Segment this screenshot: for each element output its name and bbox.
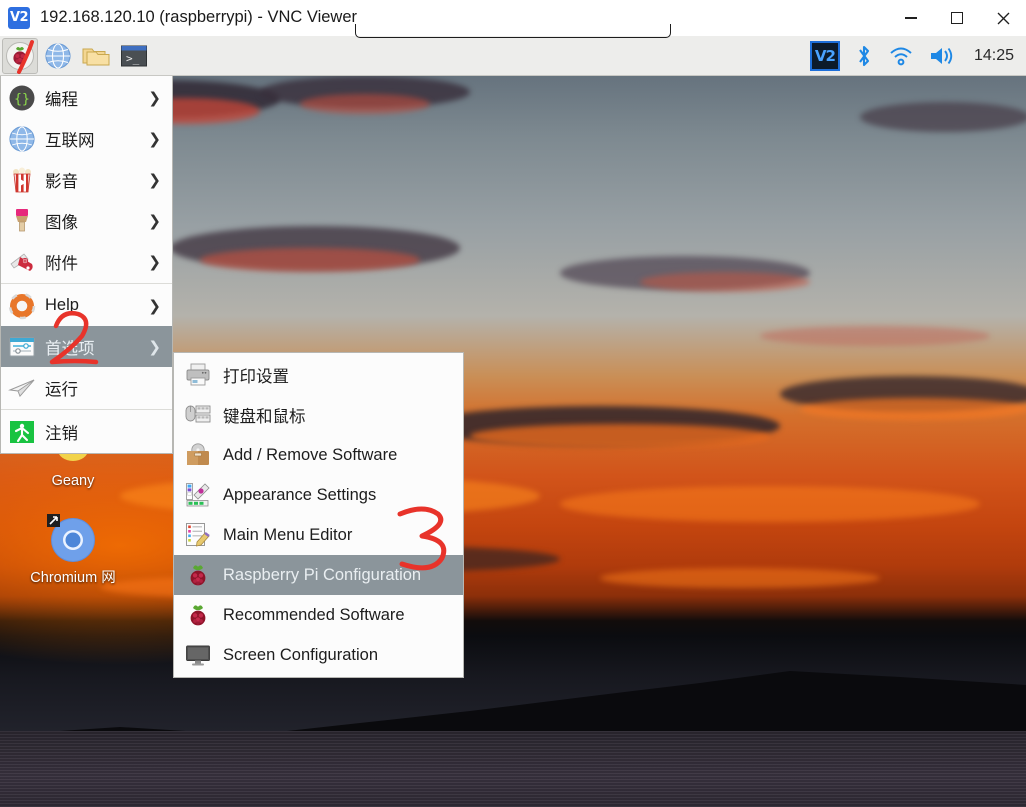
appearance-palette-icon [184, 481, 212, 509]
bluetooth-tray-icon[interactable] [854, 43, 874, 69]
raspberry-pi-menu-button[interactable] [2, 37, 38, 74]
vnc-viewer-window: V2 192.168.120.10 (raspberrypi) - VNC Vi… [0, 0, 1026, 807]
vnc-server-tray-icon[interactable]: V2 [809, 41, 840, 71]
menu-separator [1, 409, 172, 410]
submenu-item-label: 键盘和鼠标 [223, 408, 306, 426]
desktop-icon-chromium[interactable]: Chromium 网 [18, 514, 128, 587]
menu-item-label: 运行 [45, 380, 78, 399]
wifi-icon [890, 47, 912, 66]
package-box-icon [184, 441, 212, 469]
menu-item-label: 注销 [45, 424, 78, 443]
keyboard-mouse-icon [184, 401, 212, 429]
run-paperplane-icon [7, 373, 37, 403]
folder-icon [82, 48, 110, 65]
system-tray: V2 14:25 [809, 36, 1018, 76]
submenu-item-keyboard-mouse[interactable]: 键盘和鼠标 [174, 395, 463, 435]
menu-item-accessories[interactable]: 附件 ❯ [1, 241, 172, 282]
minimize-button[interactable] [888, 0, 934, 36]
chevron-right-icon: ❯ [148, 212, 161, 230]
menu-item-preferences[interactable]: 首选项 ❯ [1, 326, 172, 367]
volume-icon [930, 47, 953, 65]
window-title: 192.168.120.10 (raspberrypi) - VNC Viewe… [40, 8, 358, 26]
printer-icon [184, 361, 212, 389]
submenu-item-appearance-settings[interactable]: Appearance Settings [174, 475, 463, 515]
menu-item-programming[interactable]: {} 编程 ❯ [1, 77, 172, 118]
chevron-right-icon: ❯ [148, 297, 161, 315]
maximize-button[interactable] [934, 0, 980, 36]
terminal-launcher[interactable]: >_ [116, 38, 152, 74]
menu-item-run[interactable]: 运行 [1, 367, 172, 408]
remote-desktop-area: Geany Chromium 网 >_ V2 14:25 {} 编程 ❯ 互联网… [0, 36, 1026, 807]
close-icon [997, 12, 1009, 24]
submenu-item-label: Main Menu Editor [223, 525, 353, 544]
submenu-item-add-remove-software[interactable]: Add / Remove Software [174, 435, 463, 475]
svg-text:{}: {} [14, 92, 30, 107]
taskbar-clock[interactable]: 14:25 [974, 47, 1014, 65]
submenu-item-screen-configuration[interactable]: Screen Configuration [174, 635, 463, 675]
menu-item-logout[interactable]: 注销 [1, 411, 172, 452]
bluetooth-icon [859, 45, 870, 67]
preferences-submenu: 打印设置 键盘和鼠标 Add / Remove Software Appeara… [173, 352, 464, 678]
logout-icon [7, 417, 37, 447]
chevron-right-icon: ❯ [148, 130, 161, 148]
wifi-tray-icon[interactable] [888, 45, 914, 67]
help-lifering-icon [7, 291, 37, 321]
lxde-taskbar: >_ V2 14:25 [0, 36, 1026, 76]
submenu-item-label: Raspberry Pi Configuration [223, 565, 422, 584]
submenu-item-label: Screen Configuration [223, 645, 379, 664]
chevron-right-icon: ❯ [148, 171, 161, 189]
submenu-item-main-menu-editor[interactable]: Main Menu Editor [174, 515, 463, 555]
menu-item-internet[interactable]: 互联网 ❯ [1, 118, 172, 159]
chevron-right-icon: ❯ [148, 89, 161, 107]
menu-editor-icon [184, 521, 212, 549]
web-browser-launcher[interactable] [40, 38, 76, 74]
graphics-brush-icon [7, 206, 37, 236]
submenu-item-raspberry-pi-configuration[interactable]: Raspberry Pi Configuration [174, 555, 463, 595]
menu-separator [1, 283, 172, 284]
monitor-icon [184, 641, 212, 669]
raspberry-pi-icon [184, 601, 212, 629]
menu-item-graphics[interactable]: 图像 ❯ [1, 200, 172, 241]
chromium-icon [18, 514, 128, 566]
submenu-item-label: Appearance Settings [223, 485, 377, 504]
chevron-right-icon: ❯ [148, 253, 161, 271]
submenu-item-recommended-software[interactable]: Recommended Software [174, 595, 463, 635]
terminal-icon: >_ [121, 45, 147, 66]
vnc-logo-icon: V2 [8, 6, 30, 29]
globe-icon [45, 42, 71, 69]
chevron-right-icon: ❯ [148, 338, 161, 356]
programming-icon: {} [7, 83, 37, 113]
svg-text:>_: >_ [126, 52, 140, 65]
submenu-item-label: 打印设置 [223, 368, 289, 386]
submenu-item-label: Add / Remove Software [223, 445, 398, 464]
menu-item-help[interactable]: Help ❯ [1, 285, 172, 326]
vnc-toolbar-tab[interactable] [355, 24, 671, 38]
volume-tray-icon[interactable] [928, 44, 956, 68]
submenu-item-label: Recommended Software [223, 605, 405, 624]
menu-item-sound-video[interactable]: 影音 ❯ [1, 159, 172, 200]
desktop-icon-label: Geany [51, 473, 95, 489]
media-popcorn-icon [7, 165, 37, 195]
preferences-icon [7, 332, 37, 362]
close-button[interactable] [980, 0, 1026, 36]
internet-globe-icon [7, 124, 37, 154]
application-main-menu: {} 编程 ❯ 互联网 ❯ 影音 ❯ 图像 ❯ 附件 ❯ Help ❯ 首选项 … [0, 76, 173, 454]
raspberry-pi-icon [184, 561, 212, 589]
window-controls [888, 0, 1026, 36]
accessories-knife-icon [7, 247, 37, 277]
desktop-icon-label: Chromium 网 [30, 570, 116, 586]
submenu-item-print-settings[interactable]: 打印设置 [174, 355, 463, 395]
water-surface [0, 731, 1026, 807]
file-manager-launcher[interactable] [78, 38, 114, 74]
raspberry-pi-icon [6, 41, 34, 70]
